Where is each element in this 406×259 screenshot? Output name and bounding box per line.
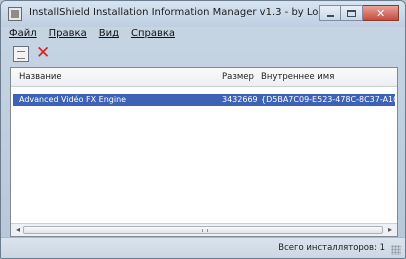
menu-help[interactable]: Справка: [131, 28, 175, 44]
status-bar: Всего инсталляторов: 1: [1, 237, 405, 258]
column-header-name[interactable]: Название: [19, 72, 62, 82]
menu-view[interactable]: Вид: [99, 28, 119, 44]
resize-grip-icon[interactable]: [391, 245, 401, 255]
maximize-icon: [347, 10, 356, 17]
open-file-icon[interactable]: [13, 46, 29, 62]
menu-bar: Файл Правка Вид Справка: [5, 28, 175, 44]
minimize-icon: [327, 15, 334, 17]
scroll-grip-icon: [202, 229, 208, 232]
scroll-right-icon[interactable]: ▸: [385, 225, 395, 235]
list-row[interactable]: Advanced Vidéo FX Engine 3432669 {D5BA7C…: [13, 94, 395, 106]
status-text: Всего инсталляторов: 1: [278, 243, 385, 253]
menu-file[interactable]: Файл: [9, 28, 37, 44]
column-header-size[interactable]: Размер: [222, 72, 254, 82]
horizontal-scrollbar[interactable]: ◂ ▸: [11, 223, 397, 236]
toolbar: ✕: [13, 44, 51, 64]
list-header: Название Размер Внутреннее имя: [11, 68, 397, 87]
delete-icon[interactable]: ✕: [35, 44, 51, 62]
minimize-button[interactable]: [319, 5, 341, 21]
row-name: Advanced Vidéo FX Engine: [19, 95, 127, 104]
column-header-internal-name[interactable]: Внутреннее имя: [261, 72, 334, 82]
scroll-thumb[interactable]: [23, 226, 383, 234]
window-controls: ✕: [319, 5, 399, 23]
maximize-button[interactable]: [341, 5, 363, 21]
menu-edit[interactable]: Правка: [49, 28, 87, 44]
row-internal-name: {D5BA7C09-E523-478C-8C37-A1096: [261, 95, 395, 104]
title-bar[interactable]: InstallShield Installation Information M…: [1, 1, 405, 27]
installers-list: Название Размер Внутреннее имя Advanced …: [10, 67, 398, 237]
row-size: 3432669: [222, 95, 258, 104]
scroll-left-icon[interactable]: ◂: [13, 225, 23, 235]
installer-app-icon: [8, 7, 22, 21]
close-button[interactable]: ✕: [363, 5, 399, 21]
close-icon: ✕: [376, 7, 386, 20]
app-window: InstallShield Installation Information M…: [0, 0, 406, 259]
